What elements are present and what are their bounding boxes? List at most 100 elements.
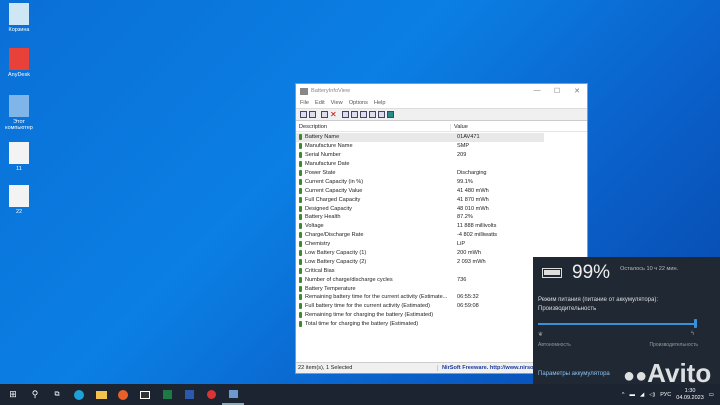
copy-icon[interactable] bbox=[360, 111, 367, 118]
list-row[interactable]: Battery Name 01AV471 bbox=[296, 133, 544, 142]
desktop-icon-label: Корзина bbox=[8, 27, 30, 33]
battery-item-icon bbox=[299, 250, 302, 257]
nirsoft-link[interactable]: NirSoft Freeware. http://www.nirsof bbox=[438, 365, 535, 371]
desktop-icon-label: 11 bbox=[16, 166, 22, 172]
list-row[interactable]: Battery Health 87.2% bbox=[296, 213, 544, 222]
column-description[interactable]: Description bbox=[296, 123, 451, 130]
clock-date: 04.09.2023 bbox=[676, 394, 704, 401]
row-description: Low Battery Capacity (1) bbox=[305, 250, 367, 257]
notifications-icon[interactable]: ▭ bbox=[709, 392, 714, 398]
desktop-icon[interactable]: 22 bbox=[2, 185, 36, 215]
properties-icon[interactable] bbox=[369, 111, 376, 118]
app-icon bbox=[300, 87, 308, 95]
row-description: Battery Temperature bbox=[305, 285, 356, 292]
list-row[interactable]: Power State Discharging bbox=[296, 169, 544, 178]
list-row[interactable]: Designed Capacity 48 010 mWh bbox=[296, 204, 544, 213]
exit-icon[interactable] bbox=[387, 111, 394, 118]
list-row[interactable]: Full Charged Capacity 41 870 mWh bbox=[296, 195, 544, 204]
battery-settings-link[interactable]: Параметры аккумулятора bbox=[538, 371, 610, 377]
battery-item-icon bbox=[299, 170, 302, 176]
delete-icon[interactable]: ✕ bbox=[330, 111, 337, 119]
desktop-icon-image bbox=[9, 48, 29, 70]
leaf-icon: ❦ bbox=[538, 332, 544, 338]
title-bar: BatteryInfoView — ☐ ✕ bbox=[296, 84, 587, 98]
battery-item-icon bbox=[299, 294, 302, 301]
search-icon[interactable]: ⚲ bbox=[24, 384, 46, 405]
word-icon[interactable] bbox=[178, 384, 200, 405]
edge-icon[interactable] bbox=[68, 384, 90, 405]
menu-edit[interactable]: Edit bbox=[315, 100, 325, 106]
list-row[interactable]: Remaining time for charging the battery … bbox=[296, 311, 544, 320]
battery-item-icon bbox=[299, 258, 302, 265]
language-indicator[interactable]: РУС bbox=[660, 392, 671, 398]
list-row[interactable]: Charge/Discharge Rate -4 802 milliwatts bbox=[296, 231, 544, 240]
tray-chevron-icon[interactable]: ^ bbox=[622, 392, 625, 398]
power-slider-thumb[interactable] bbox=[694, 319, 697, 328]
task-view-icon[interactable]: ⧉ bbox=[46, 384, 68, 405]
row-value: 01AV471 bbox=[457, 134, 480, 141]
list-row[interactable]: Total time for charging the battery (Est… bbox=[296, 320, 544, 329]
maximize-button[interactable]: ☐ bbox=[547, 87, 567, 95]
firefox-icon[interactable] bbox=[112, 384, 134, 405]
row-description: Serial Number bbox=[305, 152, 341, 159]
list-row[interactable]: Serial Number 209 bbox=[296, 151, 544, 160]
battery-info-icon[interactable] bbox=[300, 111, 307, 118]
list-row[interactable]: Battery Temperature bbox=[296, 284, 544, 293]
desktop-icon[interactable]: Корзина bbox=[2, 3, 36, 33]
tray-volume-icon[interactable]: ◁) bbox=[649, 392, 655, 398]
list-row[interactable]: Low Battery Capacity (1) 200 mWh bbox=[296, 249, 544, 258]
find-icon[interactable] bbox=[378, 111, 385, 118]
status-count: 22 item(s), 1 Selected bbox=[296, 365, 438, 371]
tray-battery-icon[interactable]: ▬ bbox=[629, 392, 635, 398]
file-explorer-icon[interactable] bbox=[90, 384, 112, 405]
battery-list-icon[interactable] bbox=[309, 111, 316, 118]
battery-percent: 99% bbox=[572, 262, 611, 283]
battery-item-icon bbox=[299, 143, 302, 150]
list-row[interactable]: Manufacture Name SMP bbox=[296, 142, 544, 151]
list-row[interactable]: Low Battery Capacity (2) 2 093 mWh bbox=[296, 257, 544, 266]
battery-item-icon bbox=[299, 196, 302, 203]
row-description: Chemistry bbox=[305, 241, 331, 248]
close-button[interactable]: ✕ bbox=[567, 87, 587, 95]
list-row[interactable]: Current Capacity Value 41 480 mWh bbox=[296, 186, 544, 195]
list-row[interactable]: Chemistry LiP bbox=[296, 240, 544, 249]
power-mode-label: Режим питания (питание от аккумулятора): bbox=[538, 297, 659, 303]
menu-options[interactable]: Options bbox=[349, 100, 368, 106]
desktop-icon[interactable]: AnyDesk bbox=[2, 48, 36, 78]
clock[interactable]: 1:30 04.09.2023 bbox=[676, 388, 704, 402]
list-row[interactable]: Manufacture Date bbox=[296, 160, 544, 169]
list-row[interactable]: Remaining battery time for the current a… bbox=[296, 293, 544, 302]
window-title: BatteryInfoView bbox=[311, 88, 351, 94]
tray-network-icon[interactable]: ◢ bbox=[640, 392, 644, 398]
row-value: 99.1% bbox=[457, 178, 473, 185]
list-row[interactable]: Voltage 11 888 millivolts bbox=[296, 222, 544, 231]
report-icon[interactable] bbox=[351, 111, 358, 118]
app-icon[interactable] bbox=[134, 384, 156, 405]
list-row[interactable]: Current Capacity (in %) 99.1% bbox=[296, 177, 544, 186]
list-row[interactable]: Critical Bias bbox=[296, 266, 544, 275]
desktop-icon[interactable]: Этот компьютер bbox=[2, 95, 36, 131]
row-description: Total time for charging the battery (Est… bbox=[305, 321, 419, 328]
column-value[interactable]: Value bbox=[451, 124, 587, 130]
desktop-icon-image bbox=[9, 3, 29, 25]
list-row[interactable]: Full battery time for the current activi… bbox=[296, 302, 544, 311]
lightning-icon: ϟ bbox=[691, 331, 695, 337]
excel-icon[interactable] bbox=[156, 384, 178, 405]
battery-item-icon bbox=[299, 214, 302, 221]
list-row[interactable]: Number of charge/discharge cycles 736 bbox=[296, 275, 544, 284]
desktop-icon[interactable]: 11 bbox=[2, 142, 36, 172]
menu-view[interactable]: View bbox=[331, 100, 343, 106]
power-slider[interactable] bbox=[538, 323, 696, 325]
menu-help[interactable]: Help bbox=[374, 100, 386, 106]
batteryinfoview-taskbar-icon[interactable] bbox=[222, 384, 244, 405]
red-app-icon[interactable] bbox=[200, 384, 222, 405]
save-icon[interactable] bbox=[342, 111, 349, 118]
list-header: Description Value bbox=[296, 122, 587, 132]
window-icon[interactable] bbox=[321, 111, 328, 118]
battery-info-list: Battery Name 01AV471 Manufacture Name SMP Se… bbox=[296, 133, 544, 329]
row-description: Designed Capacity bbox=[305, 205, 352, 212]
start-icon[interactable]: ⊞ bbox=[2, 384, 24, 405]
row-value: 48 010 mWh bbox=[457, 205, 489, 212]
minimize-button[interactable]: — bbox=[527, 87, 547, 95]
menu-file[interactable]: File bbox=[300, 100, 309, 106]
